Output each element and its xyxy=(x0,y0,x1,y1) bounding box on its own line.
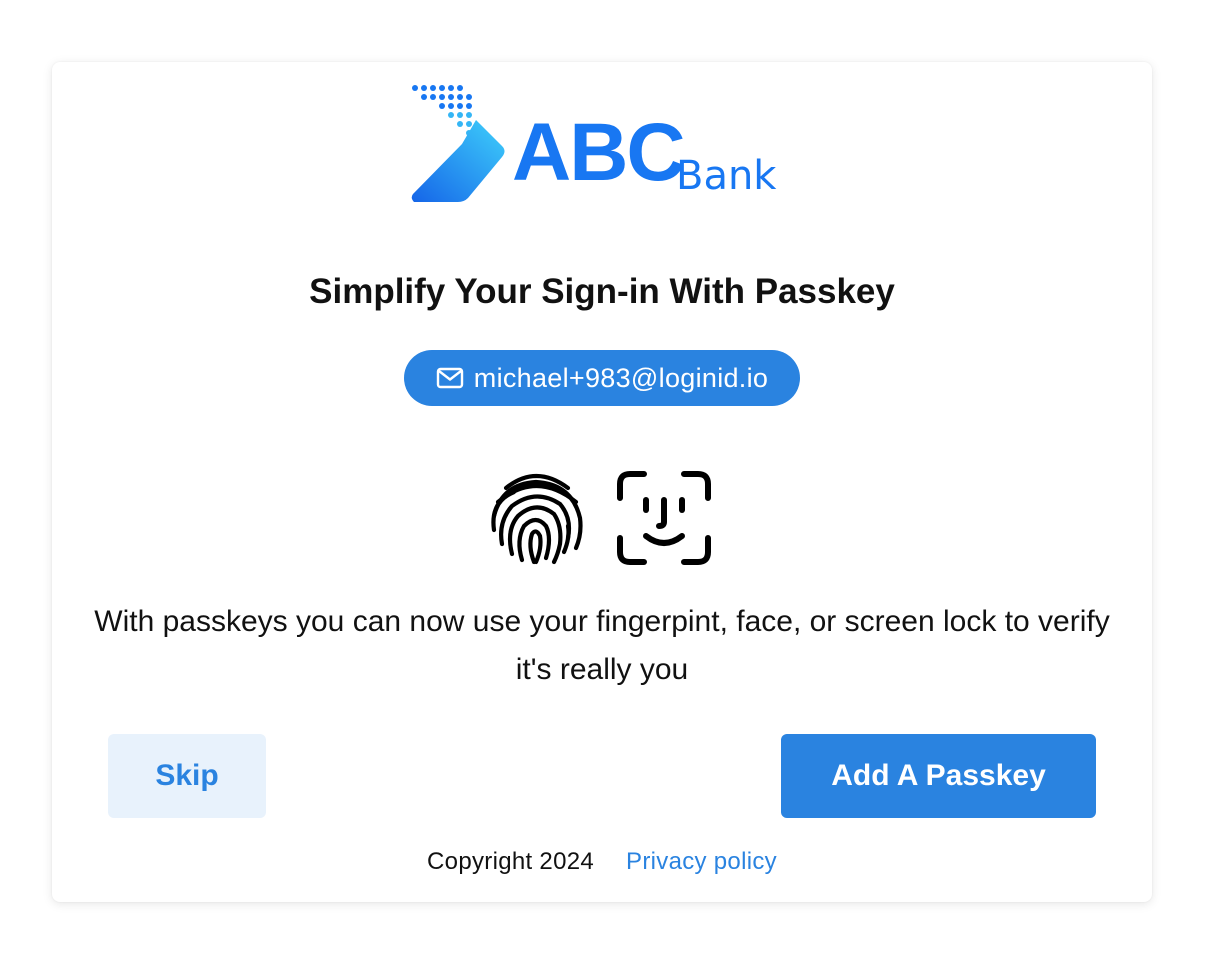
biometric-icons xyxy=(488,468,714,568)
bank-logo: ABC Bank xyxy=(410,84,790,206)
fingerprint-icon xyxy=(491,474,583,565)
footer: Copyright 2024 Privacy policy xyxy=(52,846,1152,878)
skip-button[interactable]: Skip xyxy=(108,734,266,818)
logo-bank-text: Bank xyxy=(676,153,777,199)
mail-icon xyxy=(436,367,463,389)
face-id-icon xyxy=(617,471,711,565)
page-title: Simplify Your Sign-in With Passkey xyxy=(309,272,895,311)
email-badge: michael+983@loginid.io xyxy=(404,350,800,406)
email-text: michael+983@loginid.io xyxy=(473,363,769,393)
privacy-policy-link[interactable]: Privacy policy xyxy=(626,846,777,878)
logo-abc-text: ABC xyxy=(512,107,686,198)
copyright-text: Copyright 2024 xyxy=(427,848,595,875)
logo-mark-icon xyxy=(411,85,505,202)
passkey-description: With passkeys you can now use your finge… xyxy=(94,605,1110,686)
add-passkey-button[interactable]: Add A Passkey xyxy=(781,734,1096,818)
passkey-card: ABC Bank Simplify Your Sign-in With Pass… xyxy=(52,62,1152,902)
